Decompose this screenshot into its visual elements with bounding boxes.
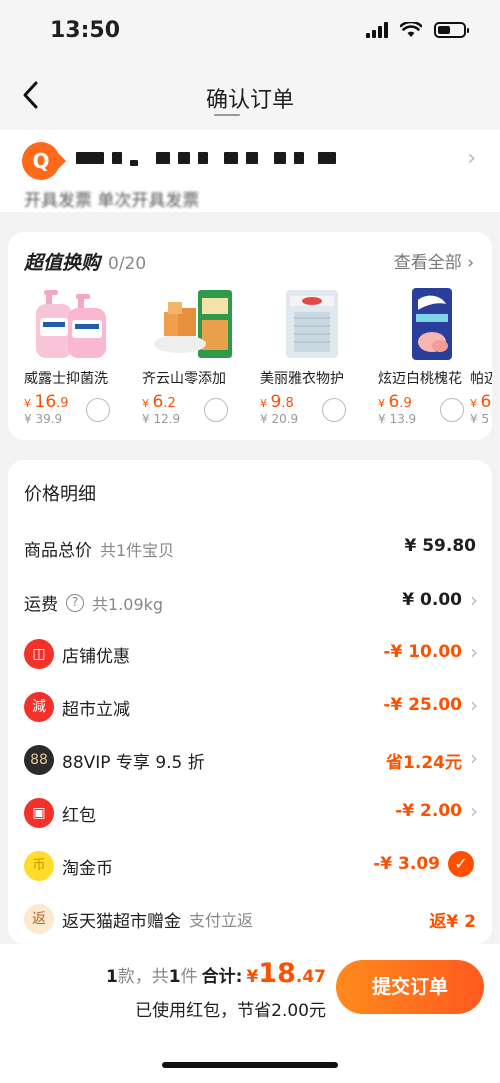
help-icon[interactable]: ? (66, 593, 84, 612)
product-item[interactable]: 美丽雅衣物护 ¥ 9.8 ¥ 20.9 (260, 288, 372, 438)
product-name: 威露士抑菌洗 (24, 371, 108, 387)
product-price: ¥ 9.8 (260, 392, 294, 412)
product-name: 美丽雅衣物护 (260, 371, 344, 387)
view-all-link[interactable]: 查看全部 › (394, 248, 474, 273)
swap-count: 0/20 (108, 254, 147, 274)
cashback-hint: 支付立返 (189, 911, 254, 930)
battery-icon (434, 22, 469, 38)
chevron-right-icon: › (470, 588, 478, 612)
market-discount-label: 超市立减 (62, 699, 130, 720)
product-row: 威露士抑菌洗 ¥ 16.9 ¥ 39.9 齐云山零添加 ¥ 6.2 ¥ 12.9 (8, 288, 492, 438)
row-market-discount[interactable]: 減 超市立减 -¥ 25.00 › (8, 687, 492, 727)
product-original-price: ¥ 5 (470, 412, 490, 426)
product-image-snack (154, 290, 232, 358)
signal-icon (366, 22, 388, 38)
item-count: 1款，共1件 (105, 967, 198, 987)
discount-tag-icon: 減 (24, 692, 54, 722)
chevron-right-icon: › (467, 146, 476, 171)
price-details-title: 价格明细 (24, 484, 96, 505)
coin-label: 淘金币 (62, 858, 113, 879)
goods-total-label: 商品总价 (24, 541, 92, 561)
chevron-right-icon: › (470, 746, 478, 770)
goods-total-value: ¥ 59.80 (404, 536, 476, 556)
wifi-icon (400, 22, 422, 37)
product-name: 帕迈 (470, 371, 492, 387)
row-shop-discount[interactable]: ◫ 店铺优惠 -¥ 10.00 › (8, 634, 492, 674)
status-icons (366, 22, 469, 38)
cashback-value: 返¥ 2 (429, 912, 476, 932)
total-amount: ¥18.47 (246, 958, 326, 989)
red-packet-value: -¥ 2.00 (395, 801, 462, 821)
shipping-label: 运费 (24, 595, 58, 615)
shipping-hint: 共1.09kg (92, 594, 164, 614)
cashback-label: 返天猫超市赠金 (62, 911, 181, 932)
select-radio[interactable] (440, 398, 464, 422)
page-title: 确认订单 (205, 88, 294, 113)
vip-value: 省1.24元 (386, 753, 462, 773)
status-time: 13:50 (50, 18, 121, 43)
product-price: ¥ 6 (470, 392, 492, 412)
row-taojinbi[interactable]: 币 淘金币 -¥ 3.09 ✓ (8, 846, 492, 886)
product-price: ¥ 6.2 (142, 392, 176, 412)
shop-discount-label: 店铺优惠 (62, 646, 130, 667)
location-pin-icon: Q (22, 142, 60, 180)
select-radio[interactable] (86, 398, 110, 422)
chevron-right-icon: › (470, 693, 478, 717)
vip-88-icon: 88 (24, 745, 54, 775)
row-shipping[interactable]: 运费 ? 共1.09kg ¥ 0.00 › (8, 582, 492, 622)
chevron-right-icon: › (470, 640, 478, 664)
swap-title: 超值换购 (24, 252, 101, 274)
nav-bar: 确认订单 (0, 62, 500, 130)
shipping-value: ¥ 0.00 (402, 590, 462, 610)
product-item[interactable]: 齐云山零添加 ¥ 6.2 ¥ 12.9 (142, 288, 254, 438)
product-name: 齐云山零添加 (142, 371, 226, 387)
checkmark-icon[interactable]: ✓ (448, 851, 474, 877)
order-summary: 1款，共1件 合计: ¥18.47 (106, 958, 326, 989)
product-original-price: ¥ 12.9 (142, 412, 181, 426)
coin-value: -¥ 3.09 (373, 854, 440, 874)
chevron-right-icon: › (470, 799, 478, 823)
coupon-icon: ◫ (24, 639, 54, 669)
vip-label: 88VIP 专享 9.5 折 (62, 752, 205, 773)
market-discount-value: -¥ 25.00 (383, 695, 462, 715)
invoice-line: 开具发票 单次开具发票 (24, 191, 200, 211)
price-details-card: 价格明细 商品总价 共1件宝贝 ¥ 59.80 运费 ? 共1.09kg ¥ 0… (8, 460, 492, 944)
row-goods-total: 商品总价 共1件宝贝 ¥ 59.80 (8, 528, 492, 568)
row-cashback: 返 返天猫超市赠金 支付立返 返¥ 2 (8, 899, 492, 939)
select-radio[interactable] (204, 398, 228, 422)
product-original-price: ¥ 39.9 (24, 412, 63, 426)
product-item[interactable]: 威露士抑菌洗 ¥ 16.9 ¥ 39.9 (24, 288, 136, 438)
product-item[interactable]: 帕迈 ¥ 6 ¥ 5 (470, 288, 492, 438)
address-section[interactable]: Q › 开具发票 单次开具发票 (0, 130, 500, 212)
cashback-icon: 返 (24, 904, 54, 934)
shop-discount-value: -¥ 10.00 (383, 642, 462, 662)
status-bar: 13:50 (0, 0, 500, 62)
swap-deals-card: 超值换购 0/20 查看全部 › 威露士抑菌洗 ¥ 16.9 ¥ 39.9 齐云… (8, 232, 492, 440)
gold-coin-icon: 币 (24, 851, 54, 881)
bottom-bar: 1款，共1件 合计: ¥18.47 已使用红包，节省2.00元 提交订单 (0, 944, 500, 1083)
product-original-price: ¥ 13.9 (378, 412, 417, 426)
product-price: ¥ 6.9 (378, 392, 412, 412)
product-image-gum (412, 288, 452, 360)
address-redacted (76, 152, 336, 166)
red-packet-icon: ▣ (24, 798, 54, 828)
row-red-packet[interactable]: ▣ 红包 -¥ 2.00 › (8, 793, 492, 833)
product-price: ¥ 16.9 (24, 392, 69, 412)
title-underline (214, 114, 240, 116)
home-indicator (162, 1062, 338, 1068)
red-packet-label: 红包 (62, 805, 96, 826)
row-88vip[interactable]: 88 88VIP 专享 9.5 折 省1.24元 › (8, 740, 492, 780)
product-image-laundry-bag (286, 290, 338, 358)
product-image-handwash (36, 290, 106, 358)
goods-total-hint: 共1件宝贝 (100, 540, 175, 560)
submit-order-button[interactable]: 提交订单 (336, 960, 484, 1014)
total-label: 合计: (201, 967, 243, 987)
select-radio[interactable] (322, 398, 346, 422)
savings-note: 已使用红包，节省2.00元 (135, 1001, 326, 1021)
product-original-price: ¥ 20.9 (260, 412, 299, 426)
